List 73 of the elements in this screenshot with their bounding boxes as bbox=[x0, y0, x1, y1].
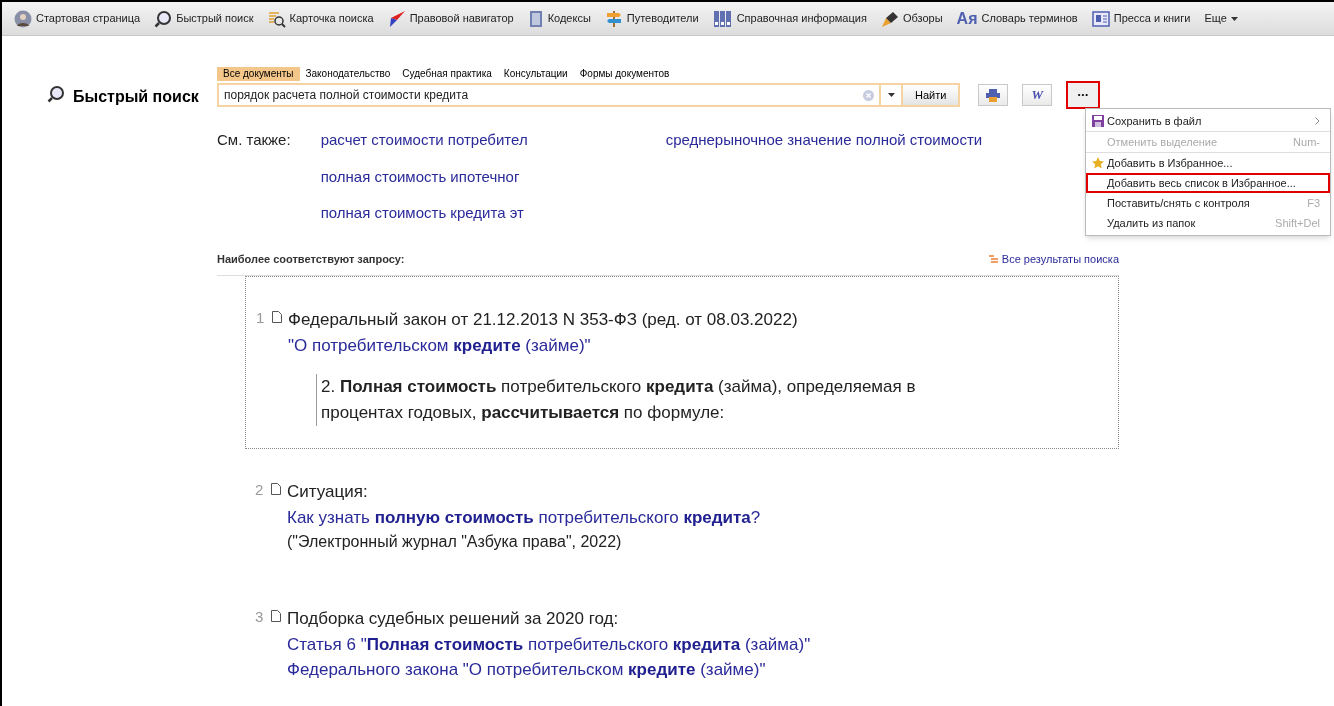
toolbar-button[interactable]: Обзоры bbox=[880, 9, 943, 28]
result-note: ("Электронный журнал "Азбука права", 2022) bbox=[287, 532, 623, 552]
toolbar-button[interactable]: Ая Словарь терминов bbox=[956, 10, 1078, 27]
binders-icon bbox=[712, 9, 733, 28]
result-number: 3 bbox=[255, 607, 265, 627]
navigator-icon bbox=[387, 9, 406, 28]
list-icon bbox=[988, 254, 998, 263]
toolbar-button[interactable]: Правовой навигатор bbox=[387, 9, 514, 28]
more-button[interactable]: ••• bbox=[1066, 81, 1101, 109]
toolbar-button[interactable]: Быстрый поиск bbox=[154, 9, 254, 28]
search-tab[interactable]: Законодательство bbox=[299, 67, 397, 81]
related-query-link[interactable]: полная стоимость ипотечног bbox=[320, 165, 606, 188]
find-button[interactable]: Найти bbox=[903, 85, 959, 105]
related-query-link[interactable]: полная стоимость кредита эт bbox=[320, 202, 606, 225]
toolbar-button[interactable]: Справочная информация bbox=[712, 9, 867, 28]
result-title-link[interactable]: Как узнать полную стоимость потребительского кредита? bbox=[287, 504, 761, 530]
see-also-label: См. также: bbox=[217, 130, 291, 150]
star-icon bbox=[1092, 157, 1104, 169]
result-title-link[interactable]: "О потребительском кредите (займе)" bbox=[288, 332, 956, 358]
result-item[interactable]: 2 Ситуация: Как узнать полную стоимость потребительского кредита? ("Электронный журнал "Азбука права", 2022) bbox=[245, 449, 1119, 576]
caret-icon bbox=[887, 93, 895, 97]
menu-item[interactable]: Добавить весь список в Избранное... bbox=[1086, 173, 1330, 193]
result-excerpt: 2. Полная стоимость потребительского кредита (займа), определяемая в процентах годовых, рассчитывается по формуле: bbox=[316, 374, 956, 426]
avatar-icon bbox=[14, 9, 32, 28]
pen-icon bbox=[880, 9, 899, 28]
search-card-icon bbox=[267, 9, 286, 28]
toolbar-button[interactable]: Стартовая страница bbox=[14, 9, 141, 28]
result-item[interactable]: 3 Подборка судебных решений за 2020 год: Статья 6 "Полная стоимость потребительского кредита (займа)" Федерального закона "О потребительском кредите (займе)" bbox=[245, 576, 1119, 705]
toolbar-button[interactable]: Пресса и книги bbox=[1091, 9, 1191, 28]
search-tab[interactable]: Консультации bbox=[497, 67, 574, 81]
result-number: 1 bbox=[256, 308, 266, 328]
search-field[interactable]: порядок расчета полной стоимости кредита bbox=[219, 85, 879, 105]
shortcut-text: F3 bbox=[1307, 195, 1320, 211]
document-icon bbox=[271, 610, 281, 622]
toolbar-button[interactable]: Путеводители bbox=[604, 9, 699, 28]
menu-item[interactable]: Сохранить в файл bbox=[1086, 111, 1330, 131]
document-icon bbox=[271, 483, 281, 495]
menu-item[interactable]: Добавить в Избранное... bbox=[1086, 153, 1330, 173]
menu-item[interactable]: Удалить из папок Shift+Del bbox=[1086, 213, 1330, 233]
toolbar-button[interactable]: Еще bbox=[1204, 10, 1238, 27]
clear-icon bbox=[863, 89, 874, 101]
print-button[interactable] bbox=[978, 84, 1009, 106]
page-title: Быстрый поиск bbox=[73, 87, 199, 107]
newspaper-icon bbox=[1091, 9, 1110, 28]
result-title-link[interactable]: Федерального закона "О потребительском кредите (займе)" bbox=[287, 657, 811, 683]
result-number: 2 bbox=[255, 480, 265, 500]
document-icon bbox=[272, 311, 282, 323]
search-tab[interactable]: Формы документов bbox=[573, 67, 676, 81]
related-query-link[interactable]: расчет стоимости потребител bbox=[320, 129, 606, 152]
related-query-link[interactable]: среднерыночное значение полной стоимости bbox=[665, 129, 983, 152]
signpost-icon bbox=[604, 9, 623, 28]
printer-icon bbox=[986, 88, 1001, 102]
caret-icon bbox=[1230, 16, 1238, 21]
dropdown-button[interactable] bbox=[881, 85, 901, 105]
shortcut-text: Num- bbox=[1293, 134, 1320, 150]
search-icon bbox=[47, 85, 65, 103]
results-heading: Наиболее соответствуют запросу: bbox=[217, 251, 405, 267]
toolbar-button[interactable]: Кодексы bbox=[527, 9, 591, 28]
shortcut-text: Shift+Del bbox=[1275, 215, 1320, 231]
word-export-button[interactable]: W bbox=[1022, 84, 1053, 106]
result-title-link[interactable]: Статья 6 "Полная стоимость потребительского кредита (займа)" bbox=[287, 631, 811, 657]
menu-item[interactable]: Поставить/снять с контроля F3 bbox=[1086, 193, 1330, 213]
result-source: Ситуация: bbox=[287, 481, 369, 503]
result-item[interactable] bbox=[245, 276, 1119, 449]
toolbar-button[interactable]: Карточка поиска bbox=[267, 9, 374, 28]
search-icon bbox=[154, 9, 173, 28]
result-source: Федеральный закон от 21.12.2013 N 353-ФЗ (ред. от 08.03.2022) bbox=[288, 309, 799, 331]
result-source: Подборка судебных решений за 2020 год: bbox=[287, 608, 620, 630]
dictionary-icon: Ая bbox=[956, 10, 978, 27]
search-tab[interactable]: Судебная практика bbox=[396, 67, 498, 81]
search-tab[interactable]: Все документы bbox=[217, 67, 300, 81]
all-results-link[interactable]: Все результаты поиска bbox=[988, 250, 1119, 267]
book-icon bbox=[527, 9, 544, 28]
